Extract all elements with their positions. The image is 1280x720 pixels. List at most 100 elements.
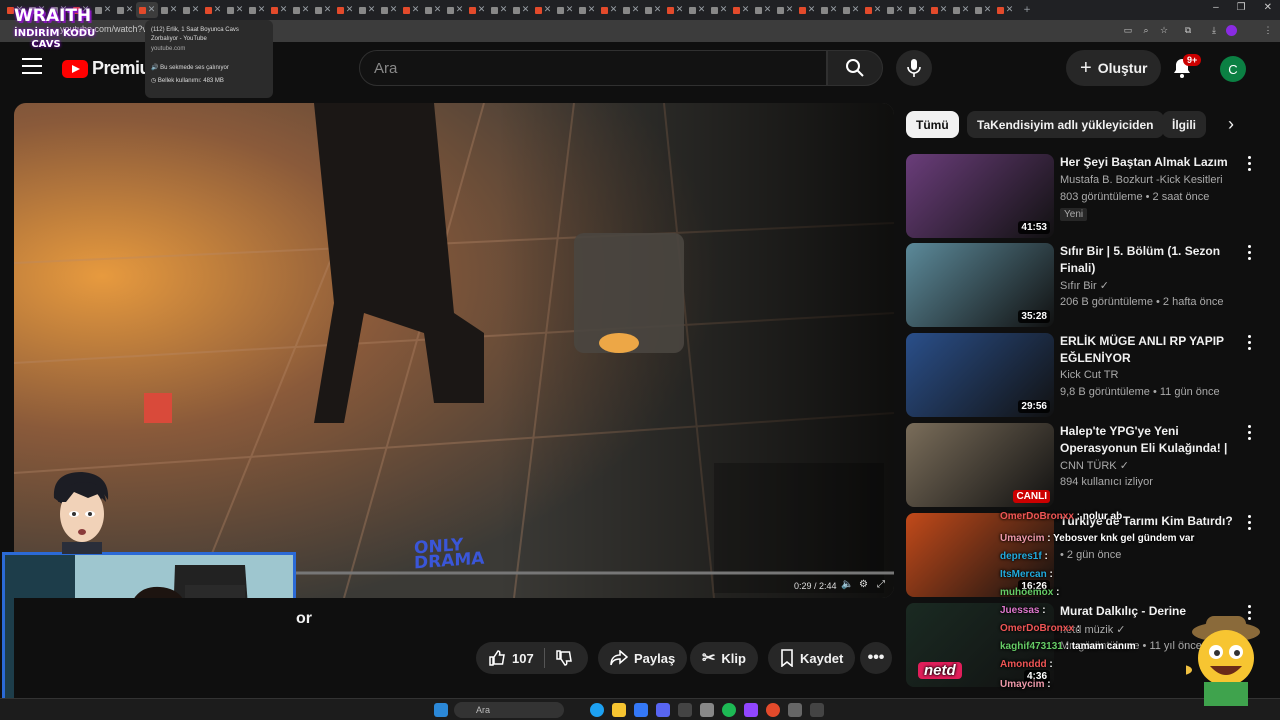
create-button[interactable]: + Oluştur [1066, 50, 1162, 86]
browser-menu-icon[interactable]: ⋮ [1262, 24, 1274, 36]
windows-start-icon[interactable] [434, 703, 448, 717]
browser-tab[interactable]: ✕ [620, 2, 642, 18]
browser-tab[interactable]: ✕ [422, 2, 444, 18]
browser-tab[interactable]: ✕ [246, 2, 268, 18]
browser-tab[interactable]: ✕ [92, 2, 114, 18]
browser-tab[interactable]: ✕ [268, 2, 290, 18]
tab-close-icon[interactable]: ✕ [852, 5, 860, 15]
tab-close-icon[interactable]: ✕ [632, 5, 640, 15]
tab-close-icon[interactable]: ✕ [236, 5, 244, 15]
tab-close-icon[interactable]: ✕ [566, 5, 574, 15]
file-explorer-icon[interactable] [612, 703, 626, 717]
tab-close-icon[interactable]: ✕ [148, 5, 156, 15]
taskbar-search[interactable]: Ara [454, 702, 564, 718]
tab-close-icon[interactable]: ✕ [280, 5, 288, 15]
browser-tab[interactable]: ✕ [884, 2, 906, 18]
browser-tab[interactable]: ✕ [180, 2, 202, 18]
channel-name[interactable]: CNN TÜRK ✓ [1060, 459, 1129, 472]
video-thumbnail[interactable]: 41:53 [906, 154, 1054, 238]
tab-close-icon[interactable]: ✕ [478, 5, 486, 15]
related-video-card[interactable]: 35:28 Sıfır Bir | 5. Bölüm (1. Sezon Fina… [906, 243, 1266, 327]
zoom-icon[interactable]: ⌕ [1140, 24, 1152, 36]
extensions-icon[interactable]: ⧉ [1182, 24, 1194, 36]
install-icon[interactable]: ▭ [1122, 24, 1134, 36]
video-thumbnail[interactable]: 35:28 [906, 243, 1054, 327]
tab-close-icon[interactable]: ✕ [786, 5, 794, 15]
tab-close-icon[interactable]: ✕ [610, 5, 618, 15]
browser-tab[interactable]: ✕ [378, 2, 400, 18]
related-video-card[interactable]: CANLI Halep'te YPG'ye Yeni Operasyonun El… [906, 423, 1266, 507]
account-avatar[interactable]: C [1220, 56, 1246, 82]
tab-close-icon[interactable]: ✕ [258, 5, 266, 15]
chrome-icon[interactable] [766, 703, 780, 717]
related-video-title[interactable]: Her Şeyi Baştan Almak Lazım [1060, 154, 1240, 171]
app-icon[interactable] [678, 703, 692, 717]
tab-close-icon[interactable]: ✕ [698, 5, 706, 15]
browser-tab[interactable]: ✕ [994, 2, 1016, 18]
app-icon-4[interactable] [810, 703, 824, 717]
settings-icon[interactable]: ⚙ [859, 579, 868, 590]
chevron-right-icon[interactable]: › [1228, 114, 1234, 135]
browser-tab[interactable]: ✕ [400, 2, 422, 18]
tab-close-icon[interactable]: ✕ [742, 5, 750, 15]
more-options-icon[interactable] [1248, 335, 1252, 353]
related-video-card[interactable]: 29:56 ERLİK MÜGE ANLI RP YAPIP EĞLENİYOR K… [906, 333, 1266, 417]
hamburger-menu-icon[interactable] [22, 58, 42, 74]
edge-icon[interactable] [590, 703, 604, 717]
channel-name[interactable]: Sıfır Bir ✓ [1060, 279, 1109, 292]
voice-search-button[interactable] [896, 50, 932, 86]
discord-icon[interactable] [656, 703, 670, 717]
tab-close-icon[interactable]: ✕ [192, 5, 200, 15]
channel-name[interactable]: Mustafa B. Bozkurt -Kick Kesitleri [1060, 174, 1223, 186]
close-icon[interactable]: ✕ [1264, 2, 1272, 13]
volume-icon[interactable]: 🔈 [841, 579, 853, 590]
browser-tab[interactable]: ✕ [796, 2, 818, 18]
tab-close-icon[interactable]: ✕ [434, 5, 442, 15]
browser-tab[interactable]: ✕ [840, 2, 862, 18]
tab-close-icon[interactable]: ✕ [500, 5, 508, 15]
browser-tab[interactable]: ✕ [114, 2, 136, 18]
browser-tab[interactable]: ✕ [290, 2, 312, 18]
related-video-card[interactable]: 41:53 Her Şeyi Baştan Almak Lazım Mustafa … [906, 154, 1266, 238]
tab-close-icon[interactable]: ✕ [918, 5, 926, 15]
browser-tab[interactable]: ✕ [312, 2, 334, 18]
new-tab-icon[interactable]: + [1016, 2, 1038, 18]
tab-close-icon[interactable]: ✕ [896, 5, 904, 15]
video-thumbnail[interactable]: CANLI [906, 423, 1054, 507]
tab-close-icon[interactable]: ✕ [588, 5, 596, 15]
video-player[interactable]: ONLY DRAMA 0:29 / 2:44 🔈 ⚙ ⤢ [14, 103, 894, 598]
browser-tab[interactable]: ✕ [136, 2, 158, 18]
channel-name[interactable]: Kick Cut TR [1060, 369, 1118, 381]
tab-close-icon[interactable]: ✕ [170, 5, 178, 15]
tab-close-icon[interactable]: ✕ [126, 5, 134, 15]
tab-close-icon[interactable]: ✕ [808, 5, 816, 15]
share-button[interactable]: Paylaş [598, 642, 688, 674]
chip-uploader[interactable]: TaKendisiyim adlı yükleyiciden [967, 111, 1164, 138]
tab-close-icon[interactable]: ✕ [654, 5, 662, 15]
browser-tab[interactable]: ✕ [466, 2, 488, 18]
download-icon[interactable]: ⤓ [1208, 24, 1220, 36]
clip-button[interactable]: ✂ Klip [690, 642, 758, 674]
chip-all[interactable]: Tümü [906, 111, 959, 138]
save-button[interactable]: Kaydet [768, 642, 856, 674]
tab-close-icon[interactable]: ✕ [544, 5, 552, 15]
related-video-title[interactable]: ERLİK MÜGE ANLI RP YAPIP EĞLENİYOR [1060, 333, 1240, 367]
browser-tab[interactable]: ✕ [444, 2, 466, 18]
tab-close-icon[interactable]: ✕ [346, 5, 354, 15]
tab-close-icon[interactable]: ✕ [830, 5, 838, 15]
video-thumbnail[interactable]: 29:56 [906, 333, 1054, 417]
minimize-icon[interactable]: – [1213, 2, 1219, 13]
browser-tab[interactable]: ✕ [158, 2, 180, 18]
browser-tab[interactable]: ✕ [532, 2, 554, 18]
browser-tab[interactable]: ✕ [686, 2, 708, 18]
tab-close-icon[interactable]: ✕ [412, 5, 420, 15]
browser-tab[interactable]: ✕ [576, 2, 598, 18]
browser-tab[interactable]: ✕ [730, 2, 752, 18]
tab-close-icon[interactable]: ✕ [390, 5, 398, 15]
profile-icon[interactable] [1226, 25, 1237, 36]
more-options-icon[interactable] [1248, 156, 1252, 174]
tab-close-icon[interactable]: ✕ [302, 5, 310, 15]
browser-tab[interactable]: ✕ [224, 2, 246, 18]
related-video-title[interactable]: Halep'te YPG'ye Yeni Operasyonun Eli Kul… [1060, 423, 1240, 457]
spotify-icon[interactable] [722, 703, 736, 717]
